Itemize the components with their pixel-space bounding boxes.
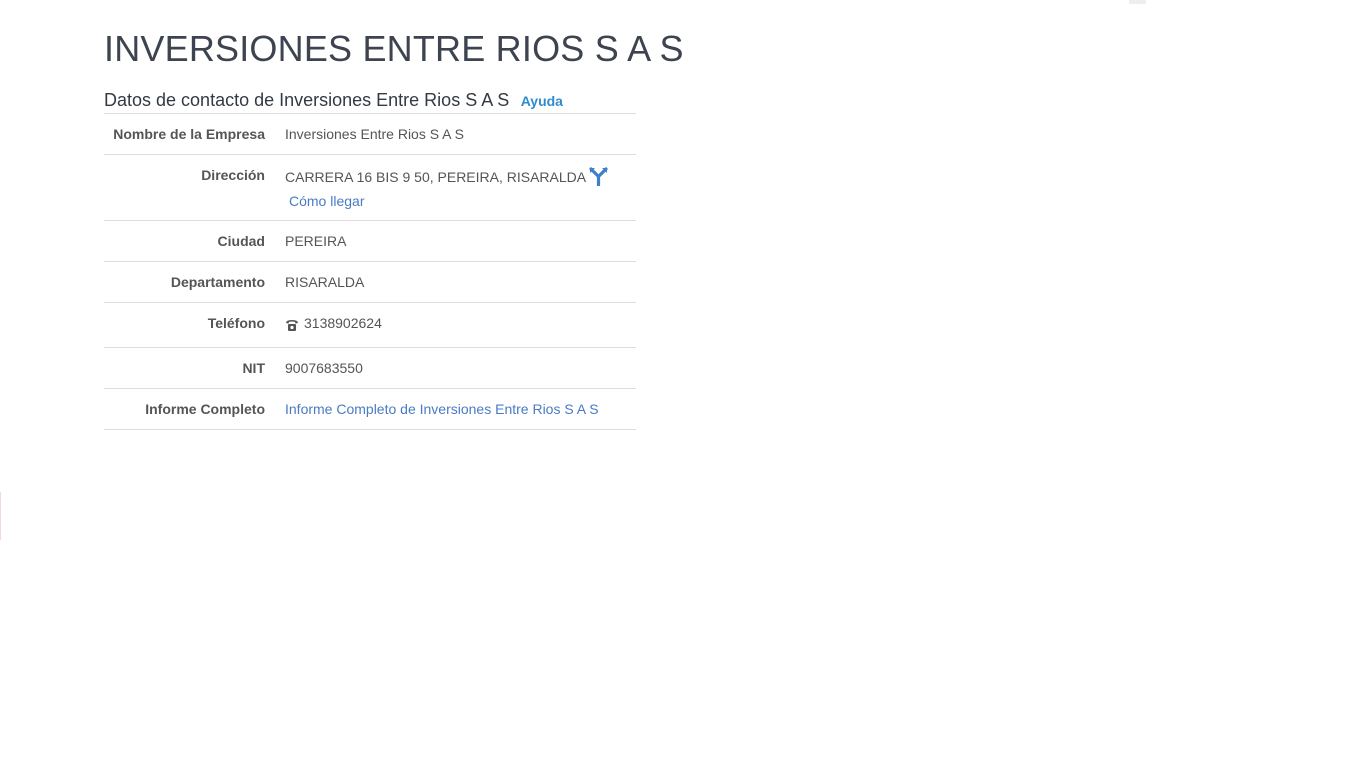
address-cell: CARRERA 16 BIS 9 50, PEREIRA, RISARALDA … [275, 155, 636, 221]
address-value: CARRERA 16 BIS 9 50, PEREIRA, RISARALDA [285, 169, 587, 185]
company-title: INVERSIONES ENTRE RIOS S A S [104, 28, 684, 69]
nit-label: NIT [242, 360, 265, 376]
city-value: PEREIRA [285, 233, 347, 249]
nit-value: 9007683550 [285, 360, 363, 376]
phone-icon [285, 319, 299, 336]
top-edge-marker [1129, 0, 1146, 4]
company-name-value: Inversiones Entre Rios S A S [285, 126, 464, 142]
company-name-label: Nombre de la Empresa [113, 126, 265, 142]
table-row-nit: NIT 9007683550 [104, 348, 636, 389]
contact-details-table: Nombre de la Empresa Inversiones Entre R… [104, 114, 636, 430]
table-row-city: Ciudad PEREIRA [104, 221, 636, 262]
phone-cell: 3138902624 [275, 303, 636, 348]
route-icon[interactable] [589, 167, 608, 190]
table-row-phone: Teléfono 3138902624 [104, 303, 636, 348]
report-label: Informe Completo [145, 401, 265, 417]
contact-section-title: Datos de contacto de Inversiones Entre R… [104, 90, 510, 110]
full-report-link[interactable]: Informe Completo de Inversiones Entre Ri… [285, 401, 599, 417]
table-row-address: Dirección CARRERA 16 BIS 9 50, PEREIRA, … [104, 155, 636, 221]
phone-value: 3138902624 [304, 315, 382, 331]
phone-label: Teléfono [207, 315, 265, 331]
help-link[interactable]: Ayuda [521, 93, 563, 109]
table-row-department: Departamento RISARALDA [104, 262, 636, 303]
left-edge-marker [0, 492, 1, 540]
directions-link[interactable]: Cómo llegar [289, 193, 364, 210]
report-cell: Informe Completo de Inversiones Entre Ri… [275, 389, 636, 430]
table-row-company-name: Nombre de la Empresa Inversiones Entre R… [104, 114, 636, 155]
table-row-report: Informe Completo Informe Completo de Inv… [104, 389, 636, 430]
department-label: Departamento [170, 274, 265, 290]
address-label: Dirección [201, 167, 265, 183]
city-label: Ciudad [217, 233, 265, 249]
page: INVERSIONES ENTRE RIOS S A S Datos de co… [0, 0, 1366, 768]
contact-section-header: Datos de contacto de Inversiones Entre R… [104, 90, 636, 114]
department-value: RISARALDA [285, 274, 365, 290]
